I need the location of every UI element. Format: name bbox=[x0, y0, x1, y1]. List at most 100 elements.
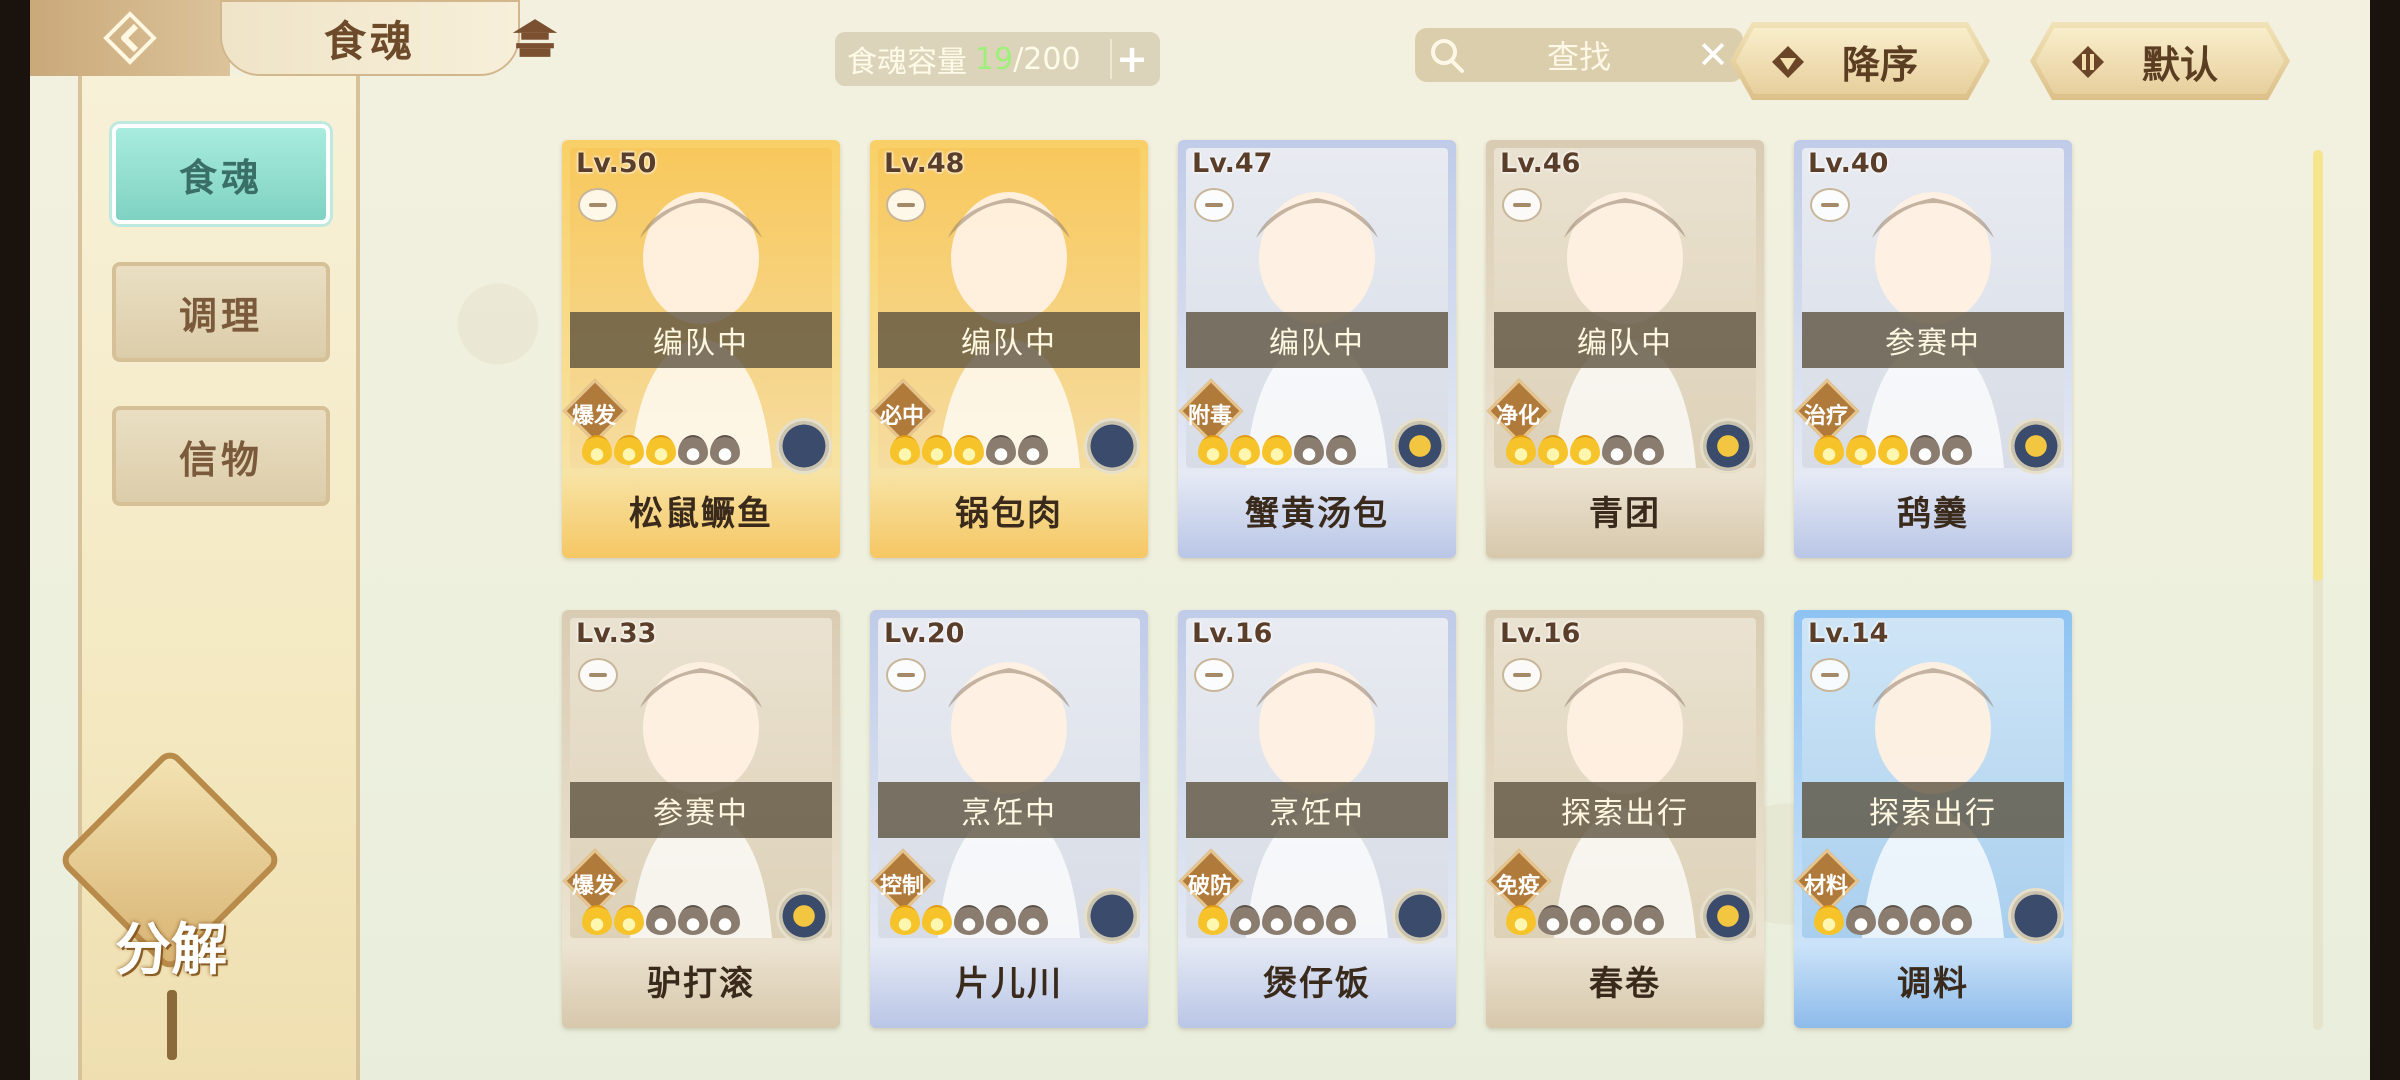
status-banner: 编队中 bbox=[570, 312, 832, 368]
page-title: 食魂 bbox=[220, 0, 520, 76]
capacity-current: 19 bbox=[975, 41, 1014, 77]
decompose-label: 分解 bbox=[115, 918, 227, 983]
flame-icon bbox=[1230, 905, 1260, 935]
flame-icon bbox=[1506, 435, 1536, 465]
flame-icon bbox=[890, 905, 920, 935]
level-label: Lv.33 bbox=[576, 618, 657, 649]
sort-mode-button[interactable]: 默认 bbox=[2030, 22, 2290, 100]
star-rating bbox=[1506, 435, 1664, 465]
flame-icon bbox=[614, 435, 644, 465]
food-soul-card[interactable]: Lv.47 编队中 附毒 蟹黄汤包 bbox=[1178, 140, 1456, 558]
food-soul-card[interactable]: Lv.40 参赛中 治疗 鸹羹 bbox=[1794, 140, 2072, 558]
lock-icon[interactable] bbox=[886, 658, 926, 692]
back-button[interactable] bbox=[30, 0, 230, 76]
food-soul-card[interactable]: Lv.48 编队中 必中 锅包肉 bbox=[870, 140, 1148, 558]
food-soul-card[interactable]: Lv.20 烹饪中 控制 片儿川 bbox=[870, 610, 1148, 1028]
level-label: Lv.48 bbox=[884, 148, 965, 179]
tab-tokens[interactable]: 信物 bbox=[112, 406, 330, 506]
food-soul-card[interactable]: Lv.50 编队中 爆发 松鼠鳜鱼 bbox=[562, 140, 840, 558]
tab-food-soul[interactable]: 食魂 bbox=[112, 124, 330, 224]
star-rating bbox=[1506, 905, 1664, 935]
flame-icon bbox=[1634, 435, 1664, 465]
search-input[interactable]: 查找 ✕ bbox=[1415, 28, 1743, 82]
level-label: Lv.40 bbox=[1808, 148, 1889, 179]
flame-icon bbox=[1814, 905, 1844, 935]
character-name: 煲仔饭 bbox=[1263, 963, 1371, 1004]
role-label: 必中 bbox=[879, 404, 924, 429]
flower-icon bbox=[1700, 888, 1756, 944]
flower-icon bbox=[2008, 418, 2064, 474]
role-label: 免疫 bbox=[1495, 874, 1540, 899]
food-soul-card[interactable]: Lv.16 烹饪中 破防 煲仔饭 bbox=[1178, 610, 1456, 1028]
flame-icon bbox=[646, 905, 676, 935]
status-banner: 参赛中 bbox=[1802, 312, 2064, 368]
level-label: Lv.47 bbox=[1192, 148, 1273, 179]
flame-icon bbox=[614, 905, 644, 935]
flame-icon bbox=[1570, 435, 1600, 465]
food-soul-card[interactable]: Lv.46 编队中 净化 青团 bbox=[1486, 140, 1764, 558]
tab-conditioning[interactable]: 调理 bbox=[112, 262, 330, 362]
flame-icon bbox=[922, 905, 952, 935]
flame-icon bbox=[1294, 905, 1324, 935]
flame-icon bbox=[1910, 435, 1940, 465]
flame-icon bbox=[922, 435, 952, 465]
flame-icon bbox=[954, 435, 984, 465]
close-icon[interactable]: ✕ bbox=[1697, 36, 1729, 74]
character-name: 驴打滚 bbox=[647, 963, 755, 1004]
scrollbar[interactable] bbox=[2313, 150, 2323, 1030]
search-placeholder: 查找 bbox=[1546, 38, 1611, 76]
role-label: 净化 bbox=[1495, 404, 1540, 429]
flame-icon bbox=[1942, 435, 1972, 465]
level-label: Lv.16 bbox=[1192, 618, 1273, 649]
flame-icon bbox=[1326, 435, 1356, 465]
flame-icon bbox=[678, 435, 708, 465]
flame-icon bbox=[710, 435, 740, 465]
star-rating bbox=[582, 435, 740, 465]
lock-icon[interactable] bbox=[1810, 658, 1850, 692]
flame-icon bbox=[986, 435, 1016, 465]
scrollbar-thumb[interactable] bbox=[2313, 150, 2323, 582]
lock-icon[interactable] bbox=[1194, 658, 1234, 692]
pavilion-icon[interactable] bbox=[505, 10, 565, 66]
status-banner: 烹饪中 bbox=[878, 782, 1140, 838]
role-label: 控制 bbox=[879, 874, 924, 899]
character-name: 调料 bbox=[1897, 963, 1969, 1004]
character-name: 蟹黄汤包 bbox=[1245, 493, 1389, 534]
role-label: 附毒 bbox=[1187, 404, 1232, 429]
flower-icon bbox=[1084, 418, 1140, 474]
food-soul-card[interactable]: Lv.14 探索出行 材料 调料 bbox=[1794, 610, 2072, 1028]
flower-icon bbox=[776, 888, 832, 944]
game-screen: 食魂 食魂容量 19/200 + 查找 ✕ 降序 默认 食魂 调理 信物 分解 … bbox=[30, 0, 2370, 1080]
capacity-add-button[interactable]: + bbox=[1110, 37, 1152, 81]
food-soul-card[interactable]: Lv.33 参赛中 爆发 驴打滚 bbox=[562, 610, 840, 1028]
sort-order-button[interactable]: 降序 bbox=[1730, 22, 1990, 100]
character-name: 锅包肉 bbox=[955, 493, 1063, 534]
star-rating bbox=[582, 905, 740, 935]
role-label: 爆发 bbox=[571, 404, 616, 429]
lock-icon[interactable] bbox=[1502, 658, 1542, 692]
character-name: 片儿川 bbox=[955, 963, 1063, 1004]
status-banner: 探索出行 bbox=[1802, 782, 2064, 838]
lock-icon[interactable] bbox=[578, 658, 618, 692]
flame-icon bbox=[890, 435, 920, 465]
flame-icon bbox=[1570, 905, 1600, 935]
flame-icon bbox=[1262, 435, 1292, 465]
sort-mode-label: 默认 bbox=[2141, 42, 2218, 87]
sort-order-label: 降序 bbox=[1841, 42, 1918, 87]
flame-icon bbox=[1230, 435, 1260, 465]
food-soul-card[interactable]: Lv.16 探索出行 免疫 春卷 bbox=[1486, 610, 1764, 1028]
flame-icon bbox=[1602, 435, 1632, 465]
lock-icon[interactable] bbox=[1810, 188, 1850, 222]
lock-icon[interactable] bbox=[886, 188, 926, 222]
flame-icon bbox=[1878, 435, 1908, 465]
lock-icon[interactable] bbox=[1194, 188, 1234, 222]
lock-icon[interactable] bbox=[1502, 188, 1542, 222]
flame-icon bbox=[1018, 435, 1048, 465]
flame-icon bbox=[1942, 905, 1972, 935]
role-label: 治疗 bbox=[1803, 404, 1848, 429]
flame-icon bbox=[582, 905, 612, 935]
flame-icon bbox=[1198, 905, 1228, 935]
lock-icon[interactable] bbox=[578, 188, 618, 222]
capacity-label: 食魂容量 bbox=[847, 45, 967, 80]
star-rating bbox=[890, 905, 1048, 935]
